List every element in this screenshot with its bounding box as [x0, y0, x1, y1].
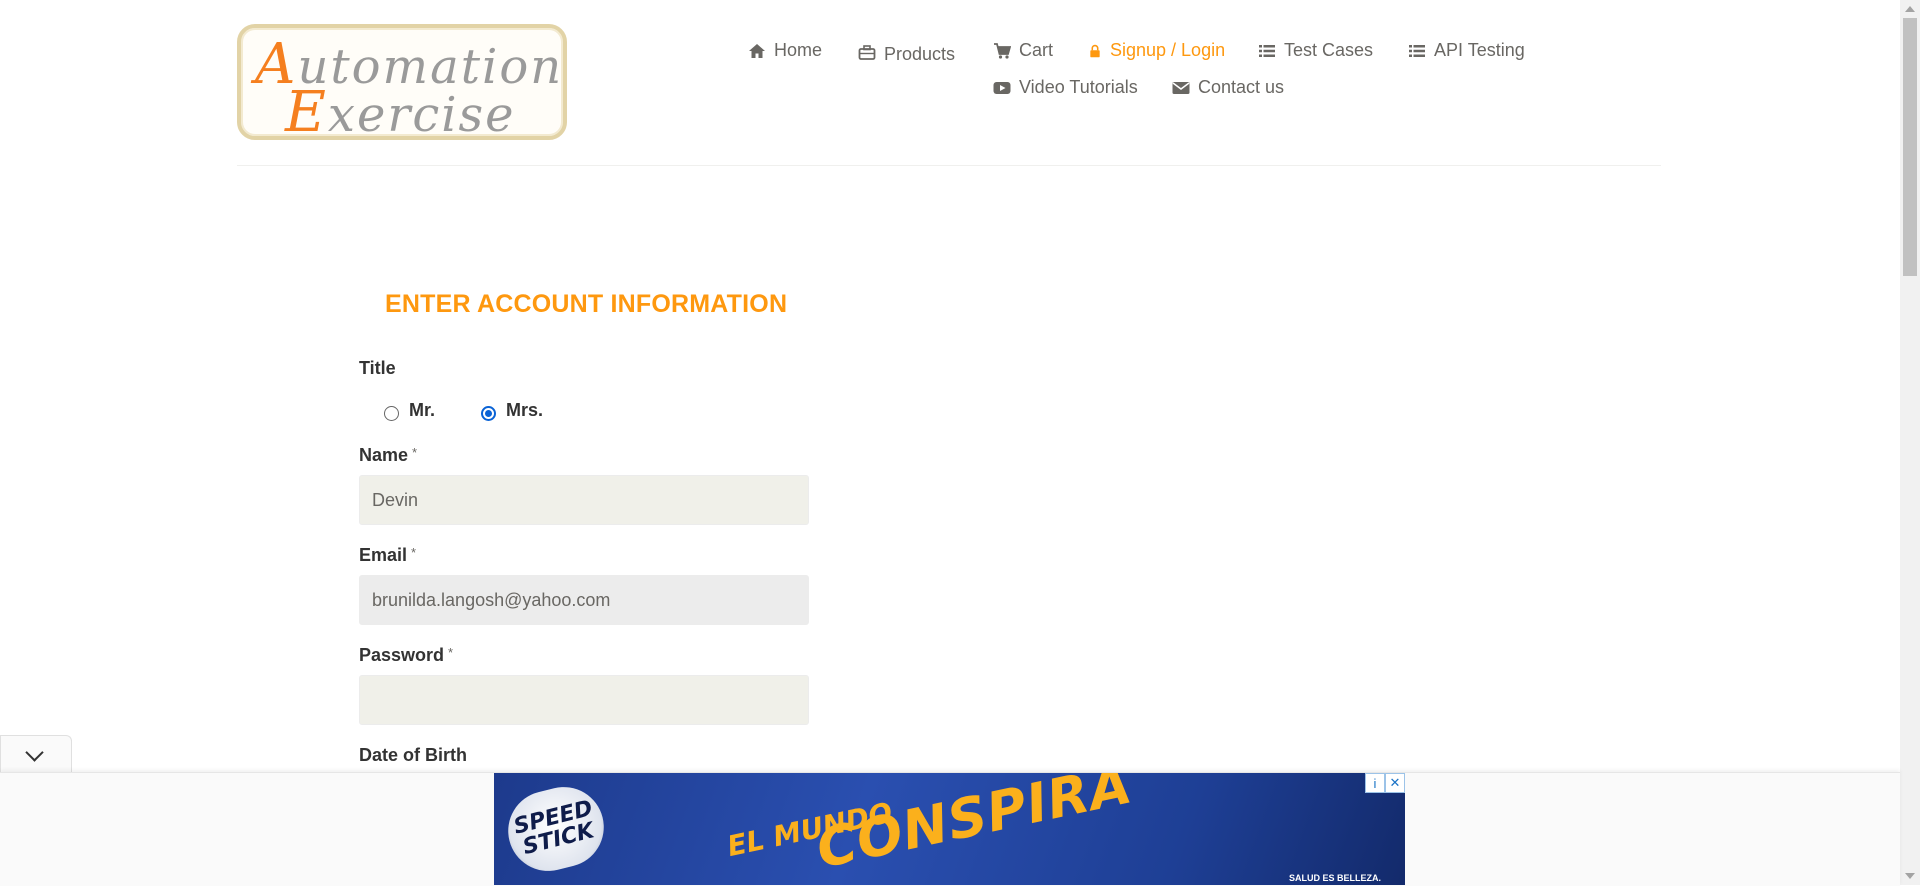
email-label: Email * [359, 545, 416, 566]
password-input[interactable] [359, 675, 809, 725]
ad-banner[interactable]: SPEED STICK EL MUNDO CONSPIRA SALUD ES B… [494, 773, 1405, 885]
required-marker: * [412, 445, 418, 460]
nav-home[interactable]: Home [748, 40, 822, 61]
nav-video-tutorials[interactable]: Video Tutorials [993, 77, 1138, 98]
lock-icon [1090, 44, 1100, 57]
name-input-value: Devin [372, 489, 419, 510]
cart-icon [994, 42, 1011, 59]
nav-test-cases[interactable]: Test Cases [1258, 40, 1373, 61]
briefcase-icon [858, 44, 876, 60]
site-logo[interactable]: Automation Exercise [237, 24, 567, 145]
mr-radio-label[interactable]: Mr. [409, 400, 435, 421]
nav-cart-label: Cart [1019, 40, 1054, 60]
scroll-up-arrow-icon[interactable] [1905, 6, 1915, 12]
scroll-down-arrow-icon[interactable] [1905, 873, 1915, 879]
nav-api-testing[interactable]: API Testing [1408, 40, 1525, 61]
ad-footer-text: SALUD ES BELLEZA. [1288, 873, 1381, 883]
title-label: Title [359, 358, 396, 378]
nav-api-testing-label: API Testing [1434, 40, 1525, 60]
list-icon [1409, 44, 1425, 57]
home-icon [749, 43, 765, 58]
ad-close-icon[interactable]: ✕ [1385, 773, 1405, 793]
required-marker: * [448, 645, 454, 660]
mrs-radio-label[interactable]: Mrs. [506, 400, 543, 421]
title-option-mr[interactable]: Mr. [384, 400, 435, 421]
email-input[interactable]: brunilda.langosh@yahoo.com [359, 575, 809, 625]
page-scrollbar[interactable] [1900, 0, 1920, 885]
chevron-down-icon [25, 743, 44, 762]
password-label: Password * [359, 645, 453, 666]
nav-home-label: Home [774, 40, 823, 60]
scrollbar-thumb[interactable] [1903, 18, 1917, 276]
logo-text-line2: Exercise [285, 80, 516, 145]
nav-video-tutorials-label: Video Tutorials [1019, 77, 1138, 97]
name-label-text: Name [359, 445, 409, 465]
ad-collapse-toggle[interactable] [0, 735, 72, 773]
name-label: Name * [359, 445, 417, 466]
dob-label: Date of Birth [359, 745, 467, 765]
email-label-text: Email [359, 545, 408, 565]
mr-radio[interactable] [384, 406, 399, 421]
list-icon [1259, 44, 1275, 57]
ad-info-icon[interactable]: i [1365, 773, 1385, 793]
ad-brand-logo: SPEED STICK [499, 778, 613, 880]
mrs-radio[interactable] [481, 406, 496, 421]
form-heading: ENTER ACCOUNT INFORMATION [385, 290, 788, 318]
youtube-icon [993, 81, 1011, 94]
email-input-value: brunilda.langosh@yahoo.com [372, 589, 611, 610]
required-marker: * [411, 545, 417, 560]
title-option-mrs[interactable]: Mrs. [481, 400, 543, 421]
nav-cart[interactable]: Cart [993, 40, 1053, 61]
header-divider [237, 165, 1661, 166]
ad-controls: i ✕ [1365, 773, 1405, 793]
nav-signup-login-label: Signup / Login [1110, 40, 1226, 60]
nav-products[interactable]: Products [858, 40, 955, 65]
envelope-icon [1172, 81, 1190, 94]
name-input[interactable]: Devin [359, 475, 809, 525]
ad-headline-line2: CONSPIRA [810, 773, 1138, 881]
nav-signup-login[interactable]: Signup / Login [1088, 40, 1225, 61]
nav-test-cases-label: Test Cases [1284, 40, 1374, 60]
password-label-text: Password [359, 645, 445, 665]
nav-contact-us[interactable]: Contact us [1172, 77, 1284, 98]
nav-contact-us-label: Contact us [1198, 77, 1285, 97]
nav-products-label: Products [884, 44, 956, 64]
